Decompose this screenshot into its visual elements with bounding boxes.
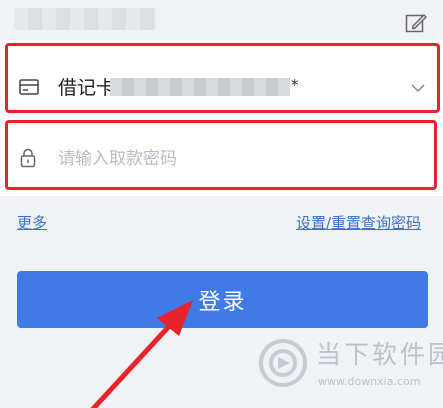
edit-icon[interactable]: [405, 12, 427, 34]
watermark-url: www.downxia.com: [318, 375, 421, 388]
blurred-account-name: [14, 8, 156, 30]
account-header: [0, 0, 443, 40]
reset-password-link[interactable]: 设置/重置查询密码: [296, 213, 421, 233]
watermark-title: 当下软件园: [316, 340, 443, 369]
watermark-logo-icon: [259, 339, 307, 387]
highlight-card-selector: [5, 43, 440, 113]
watermark: 当下软件园 www.downxia.com: [258, 338, 443, 398]
login-button[interactable]: 登录: [17, 271, 428, 328]
more-link[interactable]: 更多: [17, 213, 47, 233]
highlight-password-field: [5, 120, 437, 190]
